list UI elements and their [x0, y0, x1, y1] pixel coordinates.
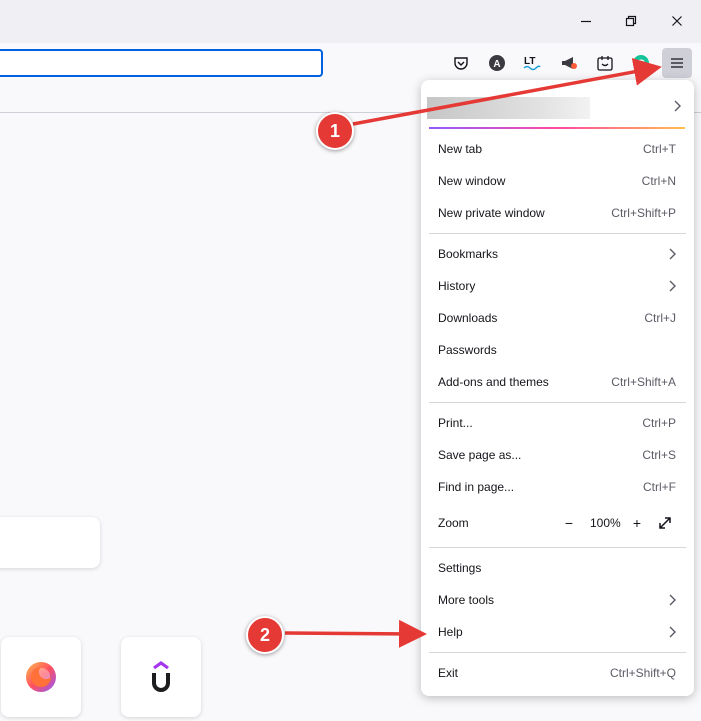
chevron-right-icon — [669, 280, 676, 292]
menu-separator — [429, 652, 686, 653]
menu-item-label: Downloads — [438, 311, 498, 325]
menu-item-shortcut: Ctrl+J — [644, 311, 676, 325]
menu-item-exit[interactable]: Exit Ctrl+Shift+Q — [429, 657, 686, 689]
fullscreen-icon — [659, 517, 671, 529]
menu-item-label: Passwords — [438, 343, 497, 357]
top-site-firefox[interactable] — [1, 637, 81, 717]
menu-item-settings[interactable]: Settings — [429, 552, 686, 584]
account-accent-line — [429, 127, 685, 129]
menu-item-shortcut: Ctrl+Shift+A — [611, 375, 676, 389]
languagetool-button[interactable]: LT — [522, 53, 542, 73]
menu-separator — [429, 402, 686, 403]
grammarly-icon: G — [633, 55, 649, 71]
menu-item-more-tools[interactable]: More tools — [429, 584, 686, 616]
chevron-right-icon — [669, 248, 676, 260]
menu-item-label: Save page as... — [438, 448, 522, 462]
menu-item-addons-themes[interactable]: Add-ons and themes Ctrl+Shift+A — [429, 366, 686, 398]
minimize-button[interactable] — [571, 6, 601, 36]
screenshot-button[interactable] — [595, 53, 615, 73]
menu-item-history[interactable]: History — [429, 270, 686, 302]
menu-item-new-tab[interactable]: New tab Ctrl+T — [429, 133, 686, 165]
firefox-logo-icon — [26, 662, 56, 692]
menu-item-label: Bookmarks — [438, 247, 499, 261]
menu-item-label: New private window — [438, 206, 545, 220]
pocket-icon — [454, 57, 468, 70]
menu-item-label: Exit — [438, 666, 459, 680]
zoom-in-button[interactable]: + — [628, 514, 646, 532]
menu-item-shortcut: Ctrl+S — [642, 448, 676, 462]
menu-item-downloads[interactable]: Downloads Ctrl+J — [429, 302, 686, 334]
menu-item-new-private-window[interactable]: New private window Ctrl+Shift+P — [429, 197, 686, 229]
menu-item-shortcut: Ctrl+N — [641, 174, 676, 188]
svg-text:G: G — [637, 58, 646, 70]
menu-item-find-in-page[interactable]: Find in page... Ctrl+F — [429, 471, 686, 503]
menu-separator — [429, 547, 686, 548]
restore-button[interactable] — [616, 6, 646, 36]
restore-icon — [625, 15, 637, 27]
chevron-right-icon — [669, 594, 676, 606]
languagetool-icon: LT — [523, 56, 541, 71]
annotation-arrow-2 — [284, 619, 427, 648]
fullscreen-button[interactable] — [656, 514, 674, 532]
account-a-icon: A — [489, 55, 505, 71]
menu-item-save-page[interactable]: Save page as... Ctrl+S — [429, 439, 686, 471]
account-extension-button[interactable]: A — [487, 53, 507, 73]
menu-item-label: Print... — [438, 416, 473, 430]
menu-item-bookmarks[interactable]: Bookmarks — [429, 238, 686, 270]
menu-separator — [429, 233, 686, 234]
chevron-right-icon — [669, 626, 676, 638]
menu-item-shortcut: Ctrl+Shift+P — [611, 206, 676, 220]
menu-item-shortcut: Ctrl+F — [643, 480, 676, 494]
menu-item-print[interactable]: Print... Ctrl+P — [429, 407, 686, 439]
hamburger-icon — [671, 58, 683, 68]
zoom-reset-value[interactable]: 100% — [590, 516, 621, 530]
zoom-out-button[interactable]: − — [560, 514, 578, 532]
menu-item-shortcut: Ctrl+P — [642, 416, 676, 430]
step-badge-2: 2 — [246, 616, 284, 654]
menu-item-help[interactable]: Help — [429, 616, 686, 648]
minimize-icon — [581, 20, 591, 23]
menu-item-label: New tab — [438, 142, 483, 156]
top-site-udemy[interactable] — [121, 637, 201, 717]
open-menu-button[interactable] — [662, 48, 692, 78]
menu-item-label: Add-ons and themes — [438, 375, 549, 389]
menu-item-zoom: Zoom − 100% + — [429, 507, 686, 539]
pocket-button[interactable] — [451, 53, 471, 73]
account-item[interactable] — [427, 88, 688, 124]
close-icon — [672, 16, 682, 26]
svg-text:LT: LT — [524, 56, 535, 67]
svg-text:A: A — [493, 59, 500, 70]
menu-item-label: Settings — [438, 561, 482, 575]
menu-item-label: Help — [438, 625, 463, 639]
app-menu-panel: New tab Ctrl+T New window Ctrl+N New pri… — [421, 80, 694, 696]
menu-item-label: New window — [438, 174, 506, 188]
udemy-logo-icon — [152, 661, 170, 692]
title-bar — [0, 0, 701, 43]
menu-item-shortcut: Ctrl+T — [643, 142, 676, 156]
close-button[interactable] — [662, 6, 692, 36]
menu-item-new-window[interactable]: New window Ctrl+N — [429, 165, 686, 197]
step-badge-1: 1 — [316, 112, 354, 150]
zoom-label: Zoom — [438, 516, 469, 530]
account-name-redacted — [427, 97, 590, 119]
menu-item-passwords[interactable]: Passwords — [429, 334, 686, 366]
screenshot-icon — [597, 56, 613, 71]
menu-item-label: Find in page... — [438, 480, 515, 494]
search-box[interactable] — [0, 517, 100, 568]
megaphone-icon — [562, 57, 577, 69]
menu-item-label: More tools — [438, 593, 495, 607]
chevron-right-icon — [674, 100, 681, 112]
menu-item-shortcut: Ctrl+Shift+Q — [609, 666, 676, 680]
grammarly-button[interactable]: G — [631, 53, 651, 73]
menu-item-label: History — [438, 279, 476, 293]
megaphone-button[interactable] — [559, 53, 579, 73]
url-bar[interactable] — [0, 49, 323, 77]
